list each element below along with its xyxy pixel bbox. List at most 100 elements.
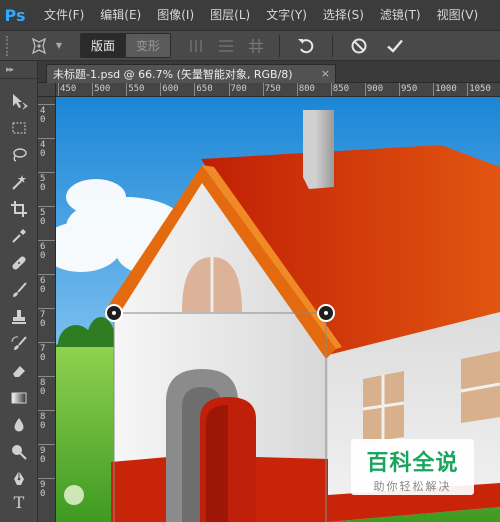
ruler-tick [433, 83, 435, 96]
house-front-base-right [256, 457, 328, 522]
eraser-tool-icon[interactable] [9, 361, 29, 381]
tools-panel-header[interactable]: ▸▸ [0, 61, 37, 79]
ruler-label: 1050 [469, 84, 491, 94]
ruler-tick [92, 83, 94, 96]
gradient-tool-icon[interactable] [9, 388, 29, 408]
warp-pin-right [317, 304, 335, 322]
move-tool-icon[interactable] [9, 91, 29, 111]
history-brush-tool-icon[interactable] [9, 334, 29, 354]
ruler-origin[interactable] [38, 83, 56, 97]
ruler-tick [262, 83, 264, 96]
eyedropper-tool-icon[interactable] [9, 226, 29, 246]
ruler-label: 40 [40, 106, 46, 125]
brush-tool-icon[interactable] [9, 280, 29, 300]
warp-pin-left [105, 304, 123, 322]
menu-edit[interactable]: 编辑(E) [93, 0, 150, 30]
vertical-ruler[interactable]: 40 40 50 50 60 60 70 70 80 80 90 90 [38, 97, 56, 522]
ruler-label: 800 [298, 84, 315, 94]
ruler-label: 500 [94, 84, 111, 94]
ruler-label: 80 [40, 412, 46, 431]
blur-tool-icon[interactable] [9, 415, 29, 435]
ruler-label: 60 [40, 276, 46, 295]
dodge-tool-icon[interactable] [9, 442, 29, 462]
marquee-tool-icon[interactable] [9, 118, 29, 138]
ruler-tick [330, 83, 332, 96]
ruler-tick [38, 172, 55, 173]
ruler-tick [228, 83, 230, 96]
ruler-label: 50 [40, 208, 46, 227]
crop-tool-icon[interactable] [9, 199, 29, 219]
split-vertical-icon[interactable] [181, 33, 211, 59]
ruler-tick [399, 83, 400, 96]
ruler-tick [58, 83, 59, 96]
healing-brush-tool-icon[interactable] [9, 253, 29, 273]
options-separator [332, 34, 334, 57]
pen-tool-icon[interactable] [9, 469, 29, 489]
split-grid-icon[interactable] [241, 33, 271, 59]
ruler-label: 950 [401, 84, 418, 94]
ruler-tick [38, 240, 55, 241]
split-horizontal-icon[interactable] [211, 33, 241, 59]
commit-icon[interactable] [377, 33, 413, 59]
ruler-tick [38, 376, 55, 377]
magic-wand-tool-icon[interactable] [9, 172, 29, 192]
tools-panel: ▸▸ T [0, 61, 38, 522]
ruler-tick [38, 444, 55, 445]
ruler-label: 450 [60, 84, 77, 94]
ruler-label: 50 [40, 174, 46, 193]
ruler-tick [38, 138, 55, 139]
menu-layer[interactable]: 图层(L) [203, 0, 259, 30]
menu-bar: Ps 文件(F) 编辑(E) 图像(I) 图层(L) 文字(Y) 选择(S) 滤… [0, 0, 500, 30]
ruler-tick [296, 83, 298, 96]
watermark-subtitle: 助你轻松解决 [373, 480, 452, 493]
chimney [303, 110, 334, 189]
ruler-tick [38, 308, 55, 309]
ruler-label: 550 [128, 84, 145, 94]
ruler-tick [38, 274, 55, 275]
menu-type[interactable]: 文字(Y) [259, 0, 316, 30]
menu-view[interactable]: 视图(V) [430, 0, 488, 30]
menu-filter[interactable]: 滤镜(T) [373, 0, 430, 30]
menu-file[interactable]: 文件(F) [30, 0, 93, 30]
cancel-icon[interactable] [341, 33, 377, 59]
ruler-label: 70 [40, 310, 46, 329]
ruler-label: 700 [230, 84, 247, 94]
ruler-tick [38, 342, 55, 343]
options-bar: ▼ 版面 变形 [0, 30, 500, 61]
type-tool-icon[interactable]: T [9, 492, 29, 512]
ruler-tick [160, 83, 162, 96]
flower [64, 485, 84, 505]
undo-icon[interactable] [288, 33, 324, 59]
warp-mode-segmented: 版面 变形 [80, 33, 172, 58]
close-icon[interactable]: × [321, 67, 330, 80]
ruler-tick [38, 410, 55, 411]
horizontal-ruler[interactable]: 450 500 550 600 650 700 750 800 850 900 950 1000 105… [56, 83, 500, 97]
chevron-down-icon[interactable]: ▼ [54, 41, 64, 50]
ruler-tick [38, 104, 55, 105]
clone-stamp-tool-icon[interactable] [9, 307, 29, 327]
house-front-base-left [111, 457, 168, 522]
document-tab-title: 未标题-1.psd @ 66.7% (矢量智能对象, RGB/8) [53, 68, 293, 81]
lasso-tool-icon[interactable] [9, 145, 29, 165]
warp-mode-button[interactable]: 变形 [125, 34, 171, 57]
puppet-warp-icon[interactable] [26, 33, 52, 59]
ruler-label: 600 [162, 84, 179, 94]
options-grip[interactable] [6, 35, 12, 56]
ruler-label: 900 [366, 84, 384, 94]
ruler-label: 60 [40, 242, 46, 261]
menu-image[interactable]: 图像(I) [150, 0, 203, 30]
options-separator [279, 34, 281, 57]
document-tab[interactable]: 未标题-1.psd @ 66.7% (矢量智能对象, RGB/8) × [46, 64, 336, 83]
ruler-tick [38, 206, 55, 207]
ruler-tick [364, 83, 366, 96]
watermark: 百科全说 助你轻松解决 [351, 439, 474, 495]
layout-mode-button[interactable]: 版面 [81, 34, 126, 57]
ruler-label: 90 [40, 446, 46, 465]
ruler-label: 70 [40, 344, 46, 363]
document-tab-bar: 未标题-1.psd @ 66.7% (矢量智能对象, RGB/8) × [38, 61, 500, 83]
ruler-tick [38, 478, 55, 479]
ruler-tick [194, 83, 196, 96]
menu-select[interactable]: 选择(S) [316, 0, 373, 30]
ruler-tick [467, 83, 469, 96]
ruler-label: 650 [196, 84, 213, 94]
